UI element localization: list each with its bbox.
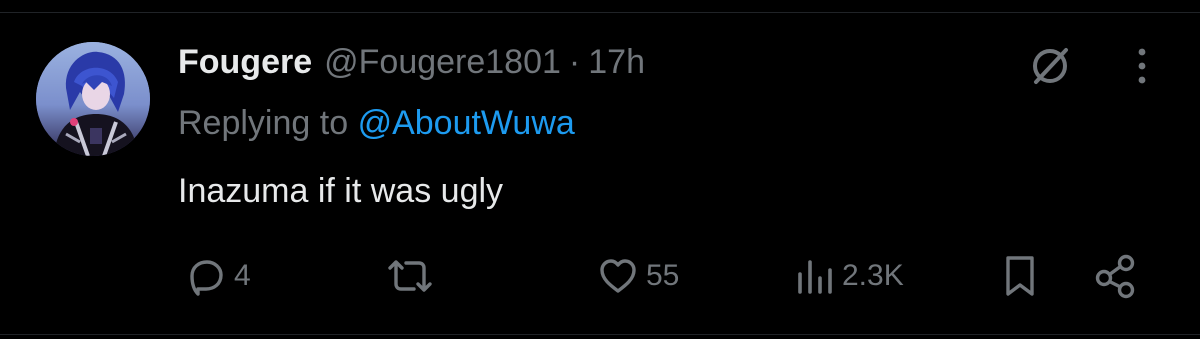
share-button[interactable]	[1092, 250, 1140, 302]
reply-button[interactable]: 4	[184, 250, 251, 302]
replying-to-line: Replying to @AboutWuwa	[178, 104, 575, 143]
user-handle[interactable]: @Fougere1801	[324, 43, 561, 82]
grok-icon[interactable]	[1024, 40, 1076, 92]
tweet-header: Fougere @Fougere1801 · 17h	[178, 40, 645, 84]
top-divider	[0, 0, 1200, 13]
repost-icon	[384, 254, 436, 298]
tweet-text: Inazuma if it was ugly	[178, 172, 504, 210]
repost-button[interactable]	[384, 250, 436, 302]
header-separator: ·	[568, 42, 581, 81]
replying-to-handle[interactable]: @AboutWuwa	[358, 104, 575, 142]
replying-prefix: Replying to	[178, 104, 349, 142]
heart-icon	[596, 254, 640, 298]
reply-count: 4	[234, 259, 251, 292]
like-count: 55	[646, 259, 680, 292]
bottom-divider	[0, 334, 1200, 339]
like-button[interactable]: 55	[596, 250, 679, 302]
avatar[interactable]	[36, 42, 150, 156]
reply-icon	[184, 254, 228, 298]
share-icon	[1092, 252, 1140, 300]
more-icon[interactable]	[1124, 42, 1160, 90]
views-button[interactable]: 2.3K	[792, 250, 904, 302]
bookmark-icon	[1000, 252, 1040, 300]
avatar-image	[36, 42, 150, 156]
display-name[interactable]: Fougere	[178, 43, 312, 82]
bookmark-button[interactable]	[1000, 250, 1040, 302]
views-icon	[792, 254, 836, 298]
timestamp[interactable]: 17h	[588, 43, 645, 82]
views-count: 2.3K	[842, 259, 904, 292]
